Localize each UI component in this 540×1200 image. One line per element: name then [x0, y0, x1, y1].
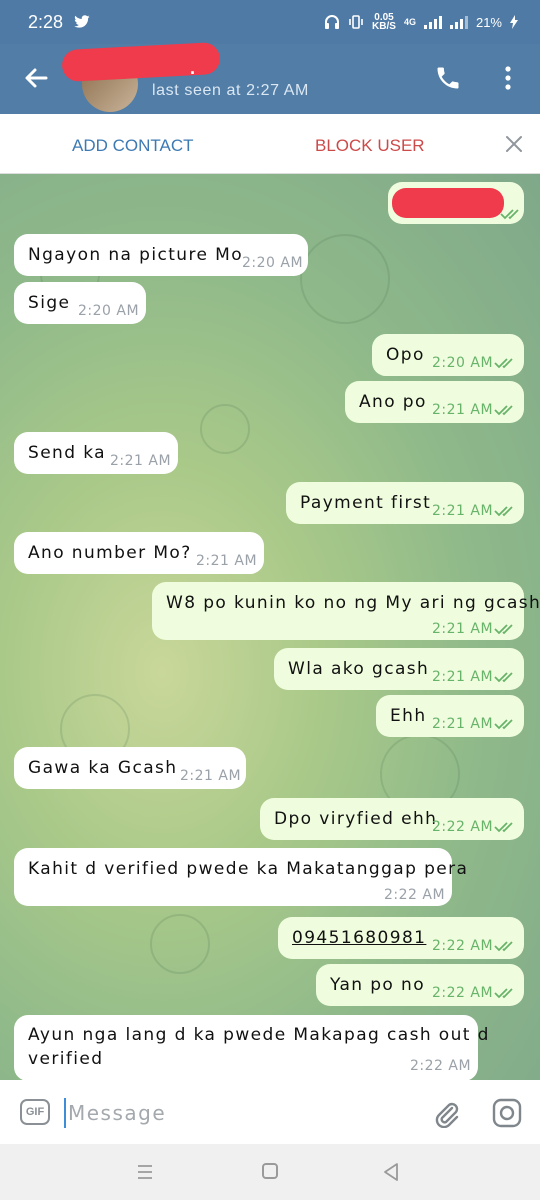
- message-bubble-incoming[interactable]: Ngayon na picture Mo 2:20 AM: [14, 234, 308, 276]
- message-time: 2:21 AM: [432, 716, 494, 732]
- read-ticks-icon: [494, 358, 513, 369]
- message-text: Ano po: [359, 392, 427, 412]
- message-bubble-outgoing[interactable]: Wla ako gcash 2:21 AM: [274, 648, 524, 690]
- message-bubble-outgoing[interactable]: W8 po kunin ko no ng My ari ng gcash 2:2…: [152, 582, 540, 640]
- message-bubble-outgoing[interactable]: Ehh 2:21 AM: [376, 695, 524, 737]
- add-contact-button[interactable]: ADD CONTACT: [72, 136, 194, 156]
- message-text: Opo: [386, 345, 425, 365]
- signal-icon: [423, 15, 442, 29]
- message-time: 2:21 AM: [432, 621, 494, 637]
- message-time: 2:22 AM: [432, 985, 494, 1001]
- message-time: 2:21 AM: [432, 503, 494, 519]
- message-text: W8 po kunin ko no ng My ari ng gcash: [166, 593, 540, 613]
- read-ticks-icon: [494, 506, 513, 517]
- close-icon[interactable]: [504, 134, 524, 154]
- home-icon[interactable]: [262, 1163, 278, 1179]
- message-time: 2:21 AM: [432, 402, 494, 418]
- network-speed: 0.05 KB/S: [372, 13, 396, 32]
- speed-unit: KB/S: [372, 21, 396, 32]
- message-time: 2:21 AM: [432, 669, 494, 685]
- message-text: Send ka: [28, 443, 106, 463]
- message-time: 2:21 AM: [196, 553, 258, 569]
- signal-2-icon: [449, 15, 468, 29]
- message-time: 2:22 AM: [432, 819, 494, 835]
- message-bubble-incoming[interactable]: Ano number Mo? 2:21 AM: [14, 532, 264, 574]
- more-vertical-icon[interactable]: [500, 64, 516, 92]
- message-time: 2:20 AM: [78, 303, 140, 319]
- status-time: 2:28: [28, 11, 64, 32]
- message-input[interactable]: [68, 1096, 408, 1130]
- message-text: Yan po no: [330, 975, 426, 995]
- network-type: 4G: [403, 17, 416, 27]
- message-bubble-outgoing[interactable]: Payment first 2:21 AM: [286, 482, 524, 524]
- message-text: Kahit d verified pwede ka Makatanggap pe…: [28, 859, 469, 879]
- read-ticks-icon: [494, 719, 513, 730]
- last-seen-status: last seen at 2:27 AM: [152, 82, 309, 99]
- status-bar: 2:28 0.05 KB/S 4G 21%: [0, 0, 540, 44]
- read-ticks-icon: [494, 988, 513, 999]
- message-bubble-outgoing[interactable]: Dpo viryfied ehh 2:22 AM: [260, 798, 524, 840]
- message-text-line2: verified: [28, 1049, 104, 1069]
- gif-icon[interactable]: GIF: [20, 1099, 50, 1125]
- message-list[interactable]: Ngayon na picture Mo 2:20 AM Sige 2:20 A…: [0, 174, 540, 1080]
- message-bubble-incoming[interactable]: Ayun nga lang d ka pwede Makapag cash ou…: [14, 1015, 488, 1080]
- read-ticks-icon: [500, 209, 519, 220]
- status-right: 0.05 KB/S 4G 21%: [324, 13, 518, 32]
- message-text: Ngayon na picture Mo: [28, 245, 244, 265]
- message-time: 2:20 AM: [242, 255, 304, 271]
- redaction-mark: [392, 188, 504, 218]
- redaction-mark: [61, 41, 221, 83]
- read-ticks-icon: [494, 941, 513, 952]
- headset-icon: [325, 15, 340, 29]
- chat-header: . last seen at 2:27 AM: [0, 41, 540, 114]
- read-ticks-icon: [494, 405, 513, 416]
- message-bubble-outgoing[interactable]: Yan po no 2:22 AM: [316, 964, 524, 1006]
- back-arrow-icon[interactable]: [22, 64, 50, 92]
- camera-icon[interactable]: [492, 1098, 522, 1128]
- wallpaper-doodle: [200, 404, 250, 454]
- message-text: Dpo viryfied ehh: [274, 809, 438, 829]
- vibrate-icon: [349, 15, 363, 29]
- message-bubble-incoming[interactable]: Gawa ka Gcash 2:21 AM: [14, 747, 246, 789]
- contact-name[interactable]: .: [190, 58, 195, 79]
- message-text: Ehh: [390, 706, 427, 726]
- paperclip-icon[interactable]: [432, 1098, 460, 1128]
- twitter-icon: [74, 15, 90, 28]
- charging-icon: [510, 15, 518, 29]
- message-bubble-incoming[interactable]: Kahit d verified pwede ka Makatanggap pe…: [14, 848, 467, 906]
- phone-icon[interactable]: [434, 64, 462, 92]
- battery-level: 21%: [475, 14, 502, 30]
- block-user-button[interactable]: BLOCK USER: [315, 136, 425, 156]
- nav-back-icon[interactable]: [382, 1162, 400, 1182]
- message-text: Ayun nga lang d ka pwede Makapag cash ou…: [28, 1025, 490, 1045]
- message-time: 2:20 AM: [432, 355, 494, 371]
- message-time: 2:21 AM: [180, 768, 242, 784]
- message-time: 2:22 AM: [432, 938, 494, 954]
- message-time: 2:22 AM: [410, 1058, 472, 1074]
- contact-action-bar: ADD CONTACT BLOCK USER: [0, 114, 540, 174]
- message-text: Sige: [28, 293, 71, 313]
- message-bubble-outgoing[interactable]: 09451680981 2:22 AM: [278, 917, 524, 959]
- message-text: Payment first: [300, 493, 432, 513]
- message-text: Wla ako gcash: [288, 659, 430, 679]
- system-nav-bar: [0, 1144, 540, 1200]
- read-ticks-icon: [494, 672, 513, 683]
- phone-number-link[interactable]: 09451680981: [292, 928, 426, 948]
- message-bubble-outgoing[interactable]: [388, 182, 524, 224]
- recent-apps-icon[interactable]: [136, 1164, 154, 1180]
- read-ticks-icon: [494, 822, 513, 833]
- message-text: Gawa ka Gcash: [28, 758, 178, 778]
- message-input-bar: GIF: [0, 1080, 540, 1144]
- message-time: 2:22 AM: [384, 887, 446, 903]
- wallpaper-doodle: [150, 914, 210, 974]
- message-text: Ano number Mo?: [28, 543, 192, 563]
- message-bubble-incoming[interactable]: Sige 2:20 AM: [14, 282, 146, 324]
- message-bubble-outgoing[interactable]: Ano po 2:21 AM: [345, 381, 524, 423]
- message-bubble-incoming[interactable]: Send ka 2:21 AM: [14, 432, 178, 474]
- read-ticks-icon: [494, 624, 513, 635]
- wallpaper-doodle: [300, 234, 390, 324]
- text-cursor: [64, 1098, 66, 1128]
- message-time: 2:21 AM: [110, 453, 172, 469]
- message-bubble-outgoing[interactable]: Opo 2:20 AM: [372, 334, 524, 376]
